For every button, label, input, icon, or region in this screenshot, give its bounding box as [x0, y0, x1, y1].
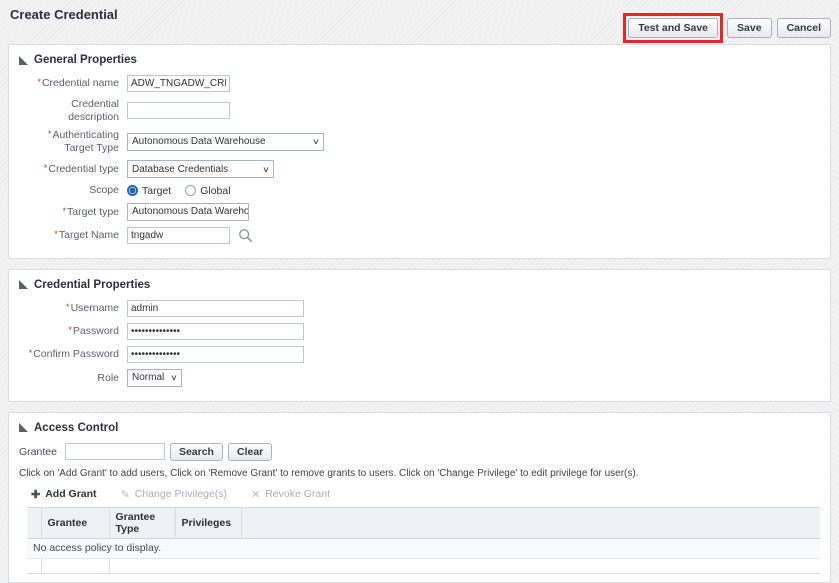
grants-table-region: ✚ Add Grant ✎ Change Privilege(s) ✕ Revo… — [27, 484, 820, 574]
grants-table: Grantee Grantee Type Privileges No acces… — [27, 506, 820, 574]
required-asterisk: * — [43, 163, 48, 174]
change-privileges-button[interactable]: ✎ Change Privilege(s) — [121, 488, 227, 501]
scope-global-label: Global — [200, 184, 231, 197]
general-properties-header[interactable]: General Properties — [19, 54, 820, 66]
target-name-label: Target Name — [58, 229, 119, 242]
credential-properties-header[interactable]: Credential Properties — [19, 279, 820, 291]
section-title: Credential Properties — [34, 278, 151, 291]
section-title: Access Control — [34, 421, 119, 434]
access-control-header[interactable]: Access Control — [19, 422, 820, 434]
save-button[interactable]: Save — [727, 18, 772, 38]
grantee-column-header: Grantee — [41, 506, 110, 539]
pencil-icon: ✎ — [120, 488, 130, 501]
required-asterisk: * — [54, 229, 58, 240]
credential-description-row: Credential description — [19, 98, 820, 123]
chevron-down-icon: ∨ — [170, 373, 178, 383]
authenticating-target-type-row: *Authenticating Target Type Autonomous D… — [19, 129, 820, 154]
action-buttons: Test and Save Save Cancel — [623, 13, 831, 43]
target-type-row: *Target type Autonomous Data Warehouse ∨ — [19, 202, 820, 221]
empty-message-row: No access policy to display. — [27, 538, 820, 559]
scope-label: Scope — [89, 184, 119, 197]
grants-header-row: Grantee Grantee Type Privileges — [27, 506, 820, 539]
cancel-button[interactable]: Cancel — [776, 18, 831, 38]
required-asterisk: * — [62, 205, 67, 216]
general-properties-panel: General Properties *Credential name Cred… — [8, 44, 831, 259]
credential-type-select[interactable]: Database Credentials ∨ — [127, 160, 274, 179]
page-header: Create Credential Test and Save Save Can… — [0, 0, 839, 44]
empty-message: No access policy to display. — [27, 538, 820, 559]
credential-name-row: *Credential name — [19, 75, 820, 92]
required-asterisk: * — [37, 77, 41, 88]
grantee-search-row: Grantee Search Clear — [19, 442, 820, 461]
required-asterisk: * — [66, 302, 70, 313]
authenticating-target-type-select[interactable]: Autonomous Data Warehouse ∨ — [127, 132, 324, 151]
password-label: Password — [72, 325, 119, 338]
section-title: General Properties — [34, 54, 137, 66]
credential-description-label: Credential description — [68, 98, 119, 123]
scope-radio-group: Target Global — [127, 185, 231, 197]
grants-toolbar: ✚ Add Grant ✎ Change Privilege(s) ✕ Revo… — [27, 484, 820, 507]
table-footer-row — [27, 558, 820, 574]
filler-column-header — [241, 506, 820, 539]
username-input[interactable] — [127, 299, 304, 317]
password-row: *Password — [19, 322, 820, 340]
target-name-row: *Target Name — [19, 226, 820, 244]
chevron-down-icon: ∨ — [312, 137, 320, 147]
username-label: Username — [70, 302, 119, 315]
credential-type-label: Credential type — [48, 163, 119, 176]
credential-type-row: *Credential type Database Credentials ∨ — [19, 160, 820, 179]
search-icon[interactable] — [238, 228, 253, 243]
confirm-password-label: Confirm Password — [33, 348, 119, 361]
revoke-icon: ✕ — [251, 488, 261, 501]
disclosure-triangle-icon — [19, 280, 28, 290]
credential-description-input[interactable] — [127, 102, 230, 120]
row-selector-header — [27, 506, 42, 539]
grantee-label: Grantee — [19, 445, 57, 458]
password-input[interactable] — [127, 322, 304, 340]
privileges-column-header: Privileges — [175, 506, 242, 539]
confirm-password-input[interactable] — [127, 345, 304, 363]
scope-row: Scope Target Global — [19, 184, 820, 197]
confirm-password-row: *Confirm Password — [19, 345, 820, 363]
target-type-select[interactable]: Autonomous Data Warehouse ∨ — [127, 202, 249, 221]
clear-button[interactable]: Clear — [227, 442, 273, 461]
credential-name-input[interactable] — [127, 75, 230, 92]
annotation-highlight: Test and Save — [623, 13, 724, 43]
required-asterisk: * — [28, 348, 33, 359]
grantee-input[interactable] — [64, 443, 165, 461]
credential-name-label: Credential name — [41, 77, 119, 90]
grantee-type-column-header: Grantee Type — [109, 506, 176, 539]
authenticating-target-type-label: Authenticating Target Type — [52, 129, 119, 154]
credential-properties-panel: Credential Properties *Username *Passwor… — [8, 268, 831, 402]
role-label: Role — [97, 371, 119, 384]
disclosure-triangle-icon — [19, 423, 28, 433]
revoke-grant-button[interactable]: ✕ Revoke Grant — [251, 488, 330, 501]
access-control-panel: Access Control Grantee Search Clear Clic… — [8, 411, 831, 583]
radio-unselected-icon[interactable] — [185, 185, 197, 197]
search-button[interactable]: Search — [169, 442, 223, 461]
chevron-down-icon: ∨ — [262, 164, 270, 174]
role-row: Role Normal ∨ — [19, 368, 820, 387]
radio-selected-icon[interactable] — [127, 185, 138, 197]
target-name-input[interactable] — [127, 226, 230, 244]
scope-target-label: Target — [142, 184, 172, 197]
target-type-label: Target type — [67, 205, 119, 218]
test-and-save-button[interactable]: Test and Save — [628, 18, 719, 38]
scope-global-option[interactable]: Global — [185, 184, 231, 197]
required-asterisk: * — [47, 129, 52, 140]
scope-target-option[interactable]: Target — [127, 185, 171, 197]
page-title: Create Credential — [10, 7, 118, 22]
role-select[interactable]: Normal ∨ — [127, 368, 182, 387]
add-grant-button[interactable]: ✚ Add Grant — [31, 488, 97, 501]
add-icon: ✚ — [31, 488, 41, 501]
username-row: *Username — [19, 299, 820, 317]
disclosure-triangle-icon — [19, 55, 28, 65]
access-instruction-text: Click on 'Add Grant' to add users, Click… — [19, 467, 639, 479]
required-asterisk: * — [68, 325, 72, 336]
